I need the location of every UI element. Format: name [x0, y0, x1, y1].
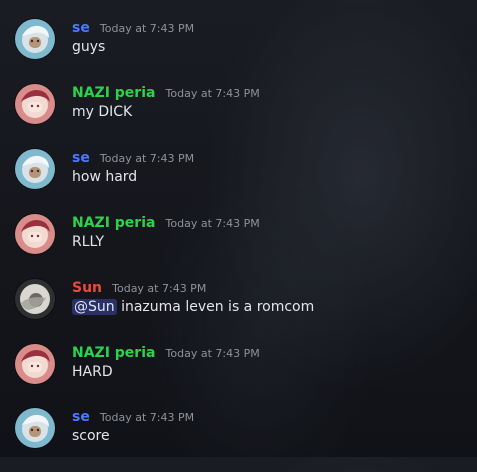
message-body: RLLY — [72, 234, 105, 250]
message-header: Sun Today at 7:43 PM — [72, 277, 206, 296]
message-body: guys — [72, 39, 106, 55]
se-avatar[interactable] — [15, 19, 55, 59]
avatar-image — [15, 214, 55, 254]
username[interactable]: se — [72, 20, 90, 36]
message-item: NAZI peria Today at 7:43 PM my DICK — [0, 84, 477, 148]
message-body: how hard — [72, 169, 138, 185]
se-avatar[interactable] — [15, 149, 55, 189]
message-header: se Today at 7:43 PM — [72, 17, 194, 36]
message-text: guys — [72, 39, 105, 55]
se-avatar[interactable] — [15, 408, 55, 448]
username[interactable]: se — [72, 150, 90, 166]
message-text: @Sun inazuma leven is a romcom — [72, 299, 314, 315]
username[interactable]: se — [72, 409, 90, 425]
message-header: NAZI peria Today at 7:43 PM — [72, 82, 260, 101]
message-text: HARD — [72, 364, 113, 380]
message-text: score — [72, 428, 110, 444]
chat-log: se Today at 7:43 PM guys NAZI peria Toda… — [0, 0, 477, 457]
message-header: se Today at 7:43 PM — [72, 406, 194, 425]
avatar-image — [15, 408, 55, 448]
message-body: HARD — [72, 364, 113, 380]
message-body: inazuma leven is a romcom — [121, 299, 315, 315]
message-text: my DICK — [72, 104, 132, 120]
timestamp: Today at 7:43 PM — [112, 282, 207, 295]
timestamp: Today at 7:43 PM — [165, 217, 260, 230]
timestamp: Today at 7:43 PM — [99, 152, 195, 165]
username[interactable]: NAZI peria — [72, 85, 155, 101]
nazi-avatar[interactable] — [15, 84, 55, 124]
message-text: RLLY — [72, 234, 104, 250]
message-text: how hard — [72, 169, 137, 185]
message-item: NAZI peria Today at 7:43 PM HARD — [0, 344, 477, 408]
message-item: Sun Today at 7:43 PM @Sun inazuma leven … — [0, 279, 477, 343]
nazi-avatar[interactable] — [15, 344, 55, 384]
timestamp: Today at 7:43 PM — [99, 22, 195, 35]
timestamp: Today at 7:43 PM — [165, 347, 260, 360]
avatar-image — [15, 279, 55, 319]
message-item: se Today at 7:43 PM score — [0, 408, 477, 472]
timestamp: Today at 7:43 PM — [165, 87, 260, 100]
sun-avatar[interactable] — [15, 279, 55, 319]
user-mention[interactable]: @Sun — [72, 299, 117, 315]
message-item: se Today at 7:43 PM how hard — [0, 149, 477, 213]
message-item: se Today at 7:43 PM guys — [0, 19, 477, 83]
username[interactable]: NAZI peria — [72, 345, 155, 361]
message-body: my DICK — [72, 104, 133, 120]
timestamp: Today at 7:43 PM — [99, 411, 195, 424]
username[interactable]: Sun — [72, 280, 102, 296]
avatar-image — [15, 19, 55, 59]
message-body: score — [72, 428, 110, 444]
message-item: NAZI peria Today at 7:43 PM RLLY — [0, 214, 477, 278]
username[interactable]: NAZI peria — [72, 215, 155, 231]
avatar-image — [15, 149, 55, 189]
message-header: NAZI peria Today at 7:43 PM — [72, 342, 260, 361]
avatar-image — [15, 344, 55, 384]
message-header: NAZI peria Today at 7:43 PM — [72, 212, 260, 231]
message-header: se Today at 7:43 PM — [72, 147, 194, 166]
avatar-image — [15, 84, 55, 124]
nazi-avatar[interactable] — [15, 214, 55, 254]
